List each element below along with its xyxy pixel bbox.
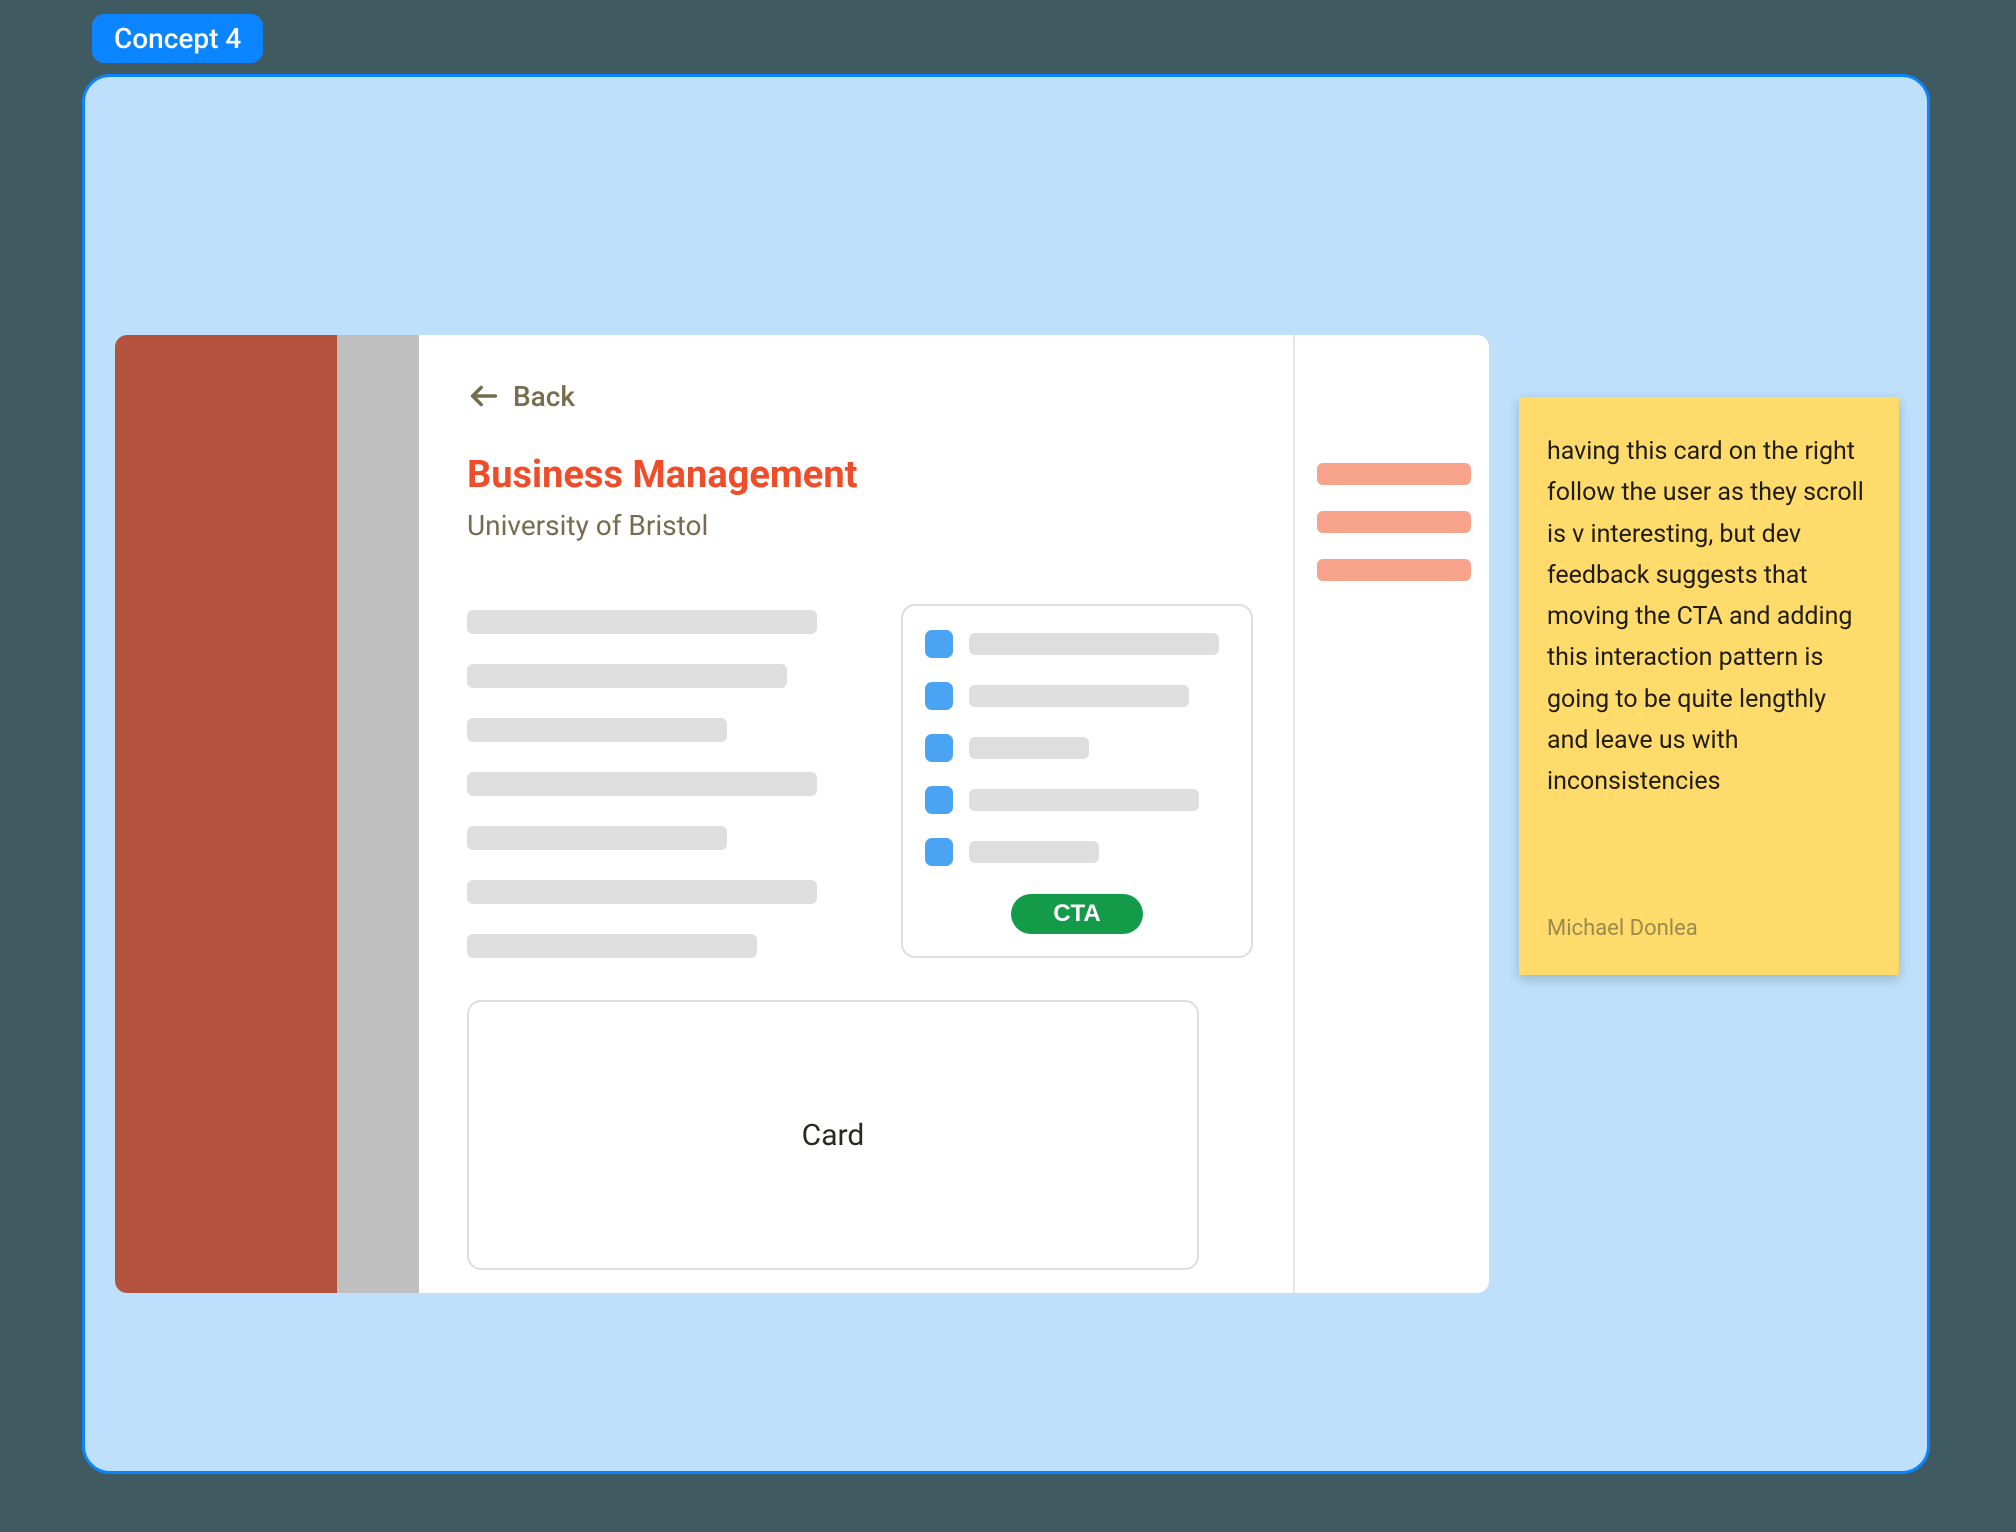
cta-list-item <box>925 682 1229 710</box>
back-button[interactable]: Back <box>467 379 1253 413</box>
concept-tag: Concept 4 <box>92 14 263 63</box>
sticky-note-author: Michael Donlea <box>1547 911 1871 947</box>
mockup-main: Back Business Management University of B… <box>419 335 1293 1293</box>
checkbox-icon <box>925 786 953 814</box>
cta-button[interactable]: CTA <box>1011 894 1143 934</box>
right-rail <box>1293 335 1489 1293</box>
cta-list-text-placeholder <box>969 633 1219 655</box>
cta-list-item <box>925 838 1229 866</box>
checkbox-icon <box>925 734 953 762</box>
sidebar-secondary <box>337 335 419 1293</box>
cta-list-item <box>925 630 1229 658</box>
cta-list-text-placeholder <box>969 789 1199 811</box>
text-placeholder-block <box>467 604 879 958</box>
text-placeholder-line <box>467 610 817 634</box>
concept-panel: Back Business Management University of B… <box>82 74 1930 1474</box>
text-placeholder-line <box>467 664 787 688</box>
back-label: Back <box>513 380 575 413</box>
cta-list-text-placeholder <box>969 737 1089 759</box>
text-placeholder-line <box>467 934 757 958</box>
rail-placeholder-bar <box>1317 511 1471 533</box>
sticky-note-text: having this card on the right follow the… <box>1547 431 1871 802</box>
rail-placeholder-bar <box>1317 559 1471 581</box>
cta-card: CTA <box>901 604 1253 958</box>
cta-list-text-placeholder <box>969 841 1099 863</box>
sidebar-primary <box>115 335 337 1293</box>
text-placeholder-line <box>467 718 727 742</box>
checkbox-icon <box>925 630 953 658</box>
text-placeholder-line <box>467 880 817 904</box>
content-row: CTA <box>467 604 1253 958</box>
page-title: Business Management <box>467 453 1253 497</box>
text-placeholder-line <box>467 772 817 796</box>
rail-placeholder-bar <box>1317 463 1471 485</box>
checkbox-icon <box>925 682 953 710</box>
sticky-note[interactable]: having this card on the right follow the… <box>1519 397 1899 975</box>
cta-list-text-placeholder <box>969 685 1189 707</box>
checkbox-icon <box>925 838 953 866</box>
arrow-left-icon <box>467 379 501 413</box>
page-subtitle: University of Bristol <box>467 509 1253 542</box>
card-placeholder: Card <box>467 1000 1199 1270</box>
mockup-frame: Back Business Management University of B… <box>115 335 1489 1293</box>
cta-list-item <box>925 786 1229 814</box>
text-placeholder-line <box>467 826 727 850</box>
cta-list-item <box>925 734 1229 762</box>
